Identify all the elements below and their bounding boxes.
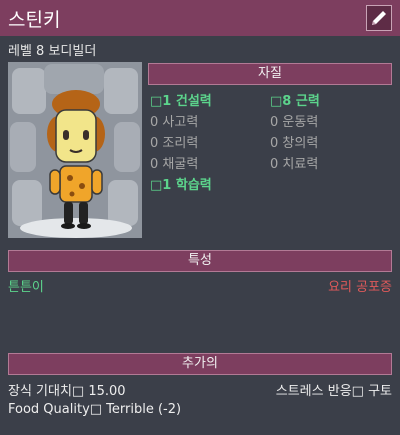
trait-negative: 요리 공포증 [328,280,392,295]
attribute-4: 0 조리력 [150,136,199,151]
duplicant-level-role: 레벨 8 보디빌더 [8,44,97,59]
aptitude-header: 자질 [148,63,392,85]
attribute-3: 0 운동력 [270,115,319,130]
edit-name-button[interactable] [366,5,392,31]
attribute-5: 0 창의력 [270,136,319,151]
window-title: 스틴키 [8,9,61,31]
attribute-7: 0 치료력 [270,157,319,172]
pencil-icon [372,11,386,25]
title-bar: 스틴키 [0,0,400,36]
attribute-2: 0 사고력 [150,115,199,130]
extra-header: 추가의 [8,353,392,375]
food-quality: Food Quality□ Terrible (-2) [8,402,182,417]
attribute-0: □1 건설력 [150,94,212,109]
decor-expectation: 장식 기대치□ 15.00 [8,384,126,399]
traits-header: 특성 [8,250,392,272]
attribute-1: □8 근력 [270,94,320,109]
stress-response: 스트레스 반응□ 구토 [275,384,392,399]
attribute-6: 0 채굴력 [150,157,199,172]
duplicant-portrait [8,62,142,238]
trait-positive: 튼튼이 [8,280,44,295]
attribute-8: □1 학습력 [150,178,212,193]
